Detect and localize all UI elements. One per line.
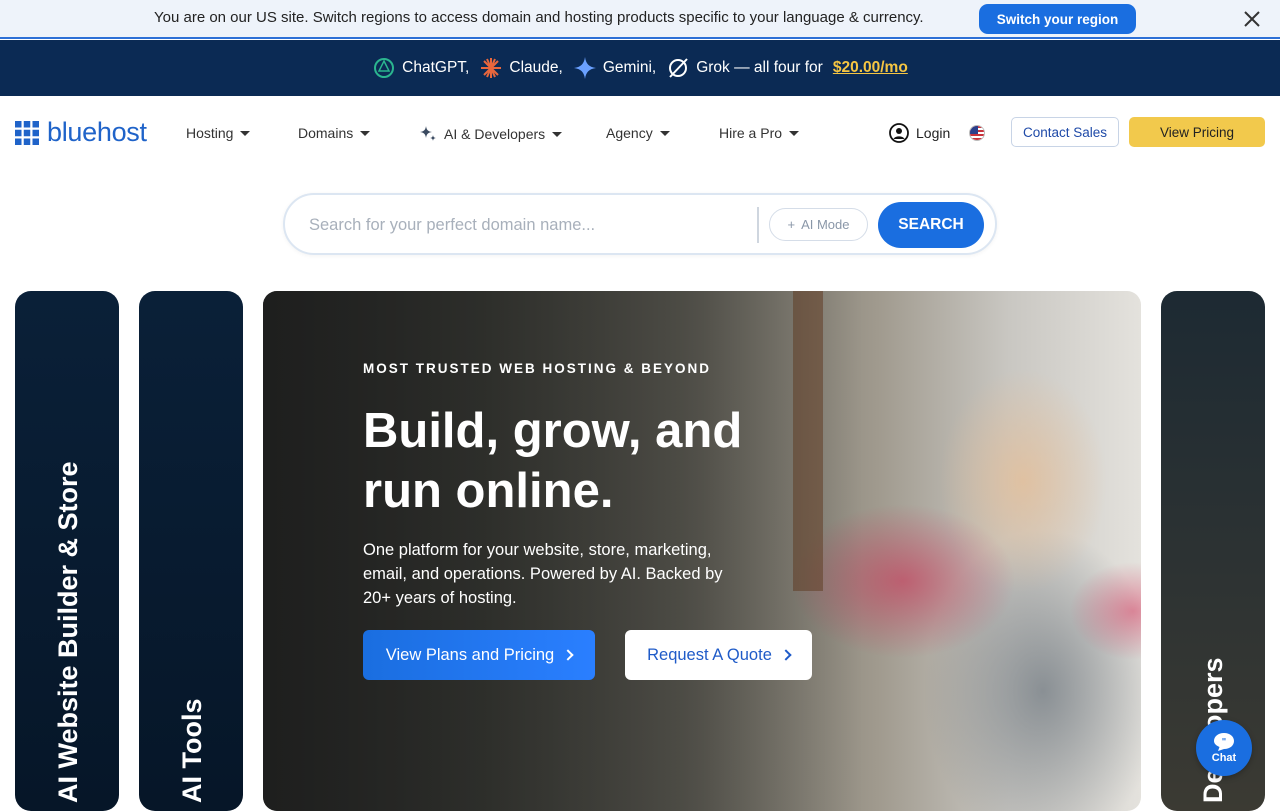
svg-text:": " <box>1222 738 1227 748</box>
ai-mode-toggle[interactable]: + AI Mode <box>769 208 868 241</box>
view-plans-button[interactable]: View Plans and Pricing <box>363 630 595 680</box>
promo-bar[interactable]: ChatGPT, Claude, Gemini, Grok — all four… <box>0 40 1280 96</box>
request-quote-button[interactable]: Request A Quote <box>625 630 812 680</box>
card-label: AI Website Builder & Store <box>53 461 83 803</box>
hero-subtitle: One platform for your website, store, ma… <box>363 541 723 607</box>
logo[interactable]: bluehost <box>15 117 147 148</box>
promo-item-gemini: Gemini, <box>573 56 656 80</box>
chevron-right-icon <box>780 649 792 661</box>
chevron-down-icon <box>659 130 670 136</box>
search-divider <box>757 207 759 243</box>
nav-ai-developers[interactable]: AI & Developers <box>419 125 563 143</box>
chat-button[interactable]: " Chat <box>1196 720 1252 776</box>
logo-text: bluehost <box>47 117 147 147</box>
nav-domains[interactable]: Domains <box>298 125 371 141</box>
card-ai-tools[interactable]: AI Tools <box>139 291 243 811</box>
nav-hire-a-pro[interactable]: Hire a Pro <box>719 125 800 141</box>
grok-icon <box>669 58 688 78</box>
nav-label: Hosting <box>186 125 234 141</box>
region-bar: You are on our US site. Switch regions t… <box>0 0 1280 39</box>
hero-title: Build, grow, and run online. <box>363 404 743 518</box>
promo-label: ChatGPT, <box>402 59 470 76</box>
card-ai-website-builder[interactable]: AI Website Builder & Store <box>15 291 119 811</box>
hero-eyebrow: MOST TRUSTED WEB HOSTING & BEYOND <box>363 361 712 376</box>
user-icon <box>889 123 909 143</box>
nav-agency[interactable]: Agency <box>606 125 670 141</box>
login-label: Login <box>916 125 951 141</box>
card-label: AI Tools <box>177 698 207 804</box>
ai-mode-label: AI Mode <box>801 217 850 232</box>
promo-price[interactable]: $20.00/mo <box>833 59 908 77</box>
promo-label: Gemini, <box>602 59 657 76</box>
domain-search: + AI Mode SEARCH <box>283 193 997 255</box>
promo-label: Claude, <box>509 59 563 76</box>
nav-label: Domains <box>298 125 354 141</box>
contact-sales-button[interactable]: Contact Sales <box>1011 117 1119 147</box>
search-button[interactable]: SEARCH <box>878 202 984 248</box>
chevron-down-icon <box>789 130 800 136</box>
plus-icon: + <box>787 217 796 232</box>
switch-region-button[interactable]: Switch your region <box>979 4 1136 34</box>
logo-grid-icon <box>15 120 39 145</box>
chevron-down-icon <box>240 130 251 136</box>
chat-label: Chat <box>1211 752 1237 764</box>
chatgpt-icon <box>374 58 395 78</box>
promo-item-chatgpt: ChatGPT, <box>372 56 469 80</box>
claude-icon <box>481 58 502 78</box>
chevron-right-icon <box>562 649 574 661</box>
chat-bubble-icon: " <box>1214 733 1234 751</box>
sparkle-icon <box>420 126 436 141</box>
nav-label: Agency <box>606 125 653 141</box>
nav-label: Hire a Pro <box>719 125 783 141</box>
view-plans-label: View Plans and Pricing <box>385 645 555 664</box>
chevron-down-icon <box>552 131 563 137</box>
chevron-down-icon <box>360 130 371 136</box>
promo-item-claude: Claude, <box>479 56 563 80</box>
promo-item-grok: Grok — all four for <box>666 56 823 80</box>
login-link[interactable]: Login <box>889 123 950 143</box>
close-icon[interactable] <box>1241 8 1263 30</box>
region-message: You are on our US site. Switch regions t… <box>154 9 924 26</box>
request-quote-label: Request A Quote <box>647 645 772 664</box>
promo-label: Grok — all four for <box>696 59 823 76</box>
gemini-icon <box>573 57 596 79</box>
nav-hosting[interactable]: Hosting <box>186 125 251 141</box>
view-pricing-button[interactable]: View Pricing <box>1129 117 1265 147</box>
hero-banner: MOST TRUSTED WEB HOSTING & BEYOND Build,… <box>263 291 1141 811</box>
nav-label: AI & Developers <box>444 126 546 142</box>
us-flag-icon[interactable] <box>969 125 985 141</box>
domain-search-input[interactable] <box>309 213 749 237</box>
